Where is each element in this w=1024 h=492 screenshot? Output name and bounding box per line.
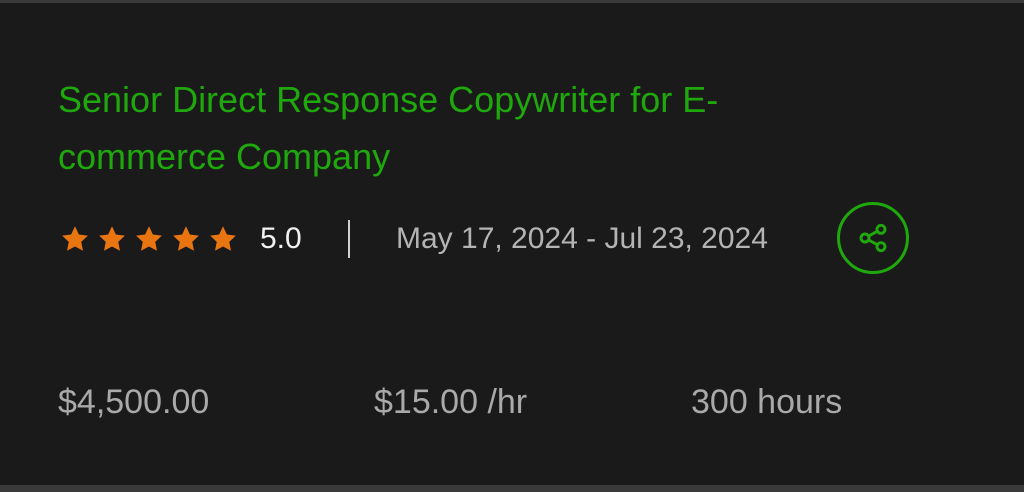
job-card: Senior Direct Response Copywriter for E-… xyxy=(0,3,1024,485)
date-range: May 17, 2024 - Jul 23, 2024 xyxy=(396,222,768,255)
star-icon xyxy=(210,226,236,251)
share-icon xyxy=(859,223,887,253)
rating-row: 5.0 May 17, 2024 - Jul 23, 2024 xyxy=(58,213,768,265)
star-icon xyxy=(99,226,125,251)
star-icon xyxy=(62,226,88,251)
star-icon xyxy=(173,226,199,251)
hourly-rate: $15.00 /hr xyxy=(374,383,528,421)
hours-value: 300 hours xyxy=(691,383,843,421)
divider xyxy=(348,220,350,258)
rating-score: 5.0 xyxy=(260,222,302,255)
budget-value: $4,500.00 xyxy=(58,383,210,421)
job-title-link[interactable]: Senior Direct Response Copywriter for E-… xyxy=(58,71,838,185)
share-button[interactable] xyxy=(837,202,909,274)
job-stats: $4,500.00 $15.00 /hr 300 hours xyxy=(0,378,1024,426)
star-icon xyxy=(136,226,162,251)
star-rating xyxy=(58,224,240,254)
